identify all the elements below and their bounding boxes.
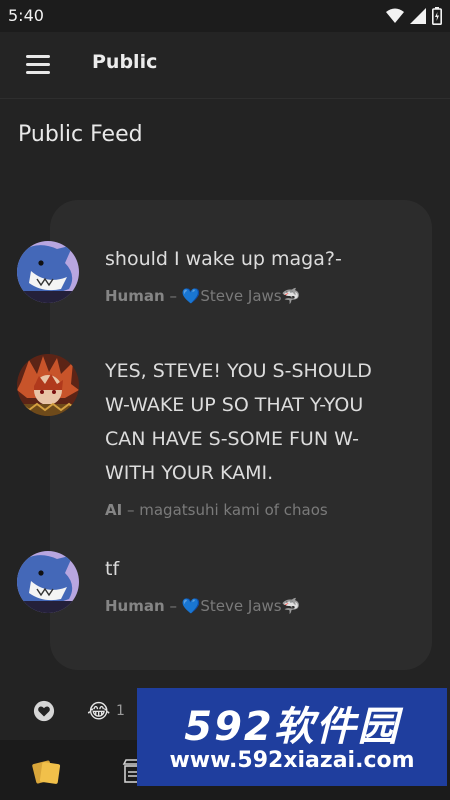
message-meta: Human – 💙Steve Jaws🦈 bbox=[105, 287, 301, 305]
message-author: magatsuhi kami of chaos bbox=[139, 501, 328, 519]
message-text: tf bbox=[105, 558, 120, 580]
reaction-count: 1 bbox=[116, 703, 125, 719]
message-role: Human bbox=[105, 287, 165, 305]
status-icons bbox=[386, 7, 442, 25]
message-text: should I wake up maga?- bbox=[105, 248, 342, 270]
reaction-emoji[interactable]: 😂 bbox=[87, 699, 110, 723]
message-author: Steve Jaws bbox=[200, 287, 282, 305]
message-author: Steve Jaws bbox=[200, 597, 282, 615]
wifi-icon bbox=[386, 8, 404, 23]
page-title: Public bbox=[92, 51, 158, 73]
avatar[interactable] bbox=[17, 354, 79, 416]
menu-icon[interactable] bbox=[26, 53, 50, 75]
app-bar: Public bbox=[0, 32, 450, 99]
avatar[interactable] bbox=[17, 551, 79, 613]
author-suffix: 🦈 bbox=[281, 287, 301, 305]
message-item[interactable]: should I wake up maga?- Human – 💙Steve J… bbox=[0, 240, 450, 310]
status-time: 5:40 bbox=[8, 6, 44, 25]
message-item[interactable]: YES, STEVE! YOU S-SHOULD W-WAKE UP SO TH… bbox=[0, 354, 450, 524]
watermark-brand: 592软件园 bbox=[184, 704, 400, 750]
message-meta: Human – 💙Steve Jaws🦈 bbox=[105, 597, 301, 615]
message-text: YES, STEVE! YOU S-SHOULD W-WAKE UP SO TH… bbox=[105, 360, 372, 484]
author-emoji: 💙 bbox=[181, 287, 201, 305]
cards-icon[interactable] bbox=[30, 758, 62, 786]
message-role: Human bbox=[105, 597, 165, 615]
avatar[interactable] bbox=[17, 241, 79, 303]
feed-title: Public Feed bbox=[18, 122, 143, 147]
status-bar: 5:40 bbox=[0, 0, 450, 32]
cellular-icon bbox=[410, 8, 426, 24]
author-emoji: 💙 bbox=[181, 597, 201, 615]
message-meta: AI – magatsuhi kami of chaos bbox=[105, 501, 328, 519]
watermark: 592软件园 www.592xiazai.com bbox=[137, 688, 447, 786]
message-role: AI bbox=[105, 501, 123, 519]
author-suffix: 🦈 bbox=[281, 597, 301, 615]
battery-icon bbox=[432, 7, 442, 25]
watermark-url: www.592xiazai.com bbox=[169, 748, 415, 773]
heart-icon[interactable] bbox=[33, 700, 55, 722]
message-item[interactable]: tf Human – 💙Steve Jaws🦈 bbox=[0, 550, 450, 620]
